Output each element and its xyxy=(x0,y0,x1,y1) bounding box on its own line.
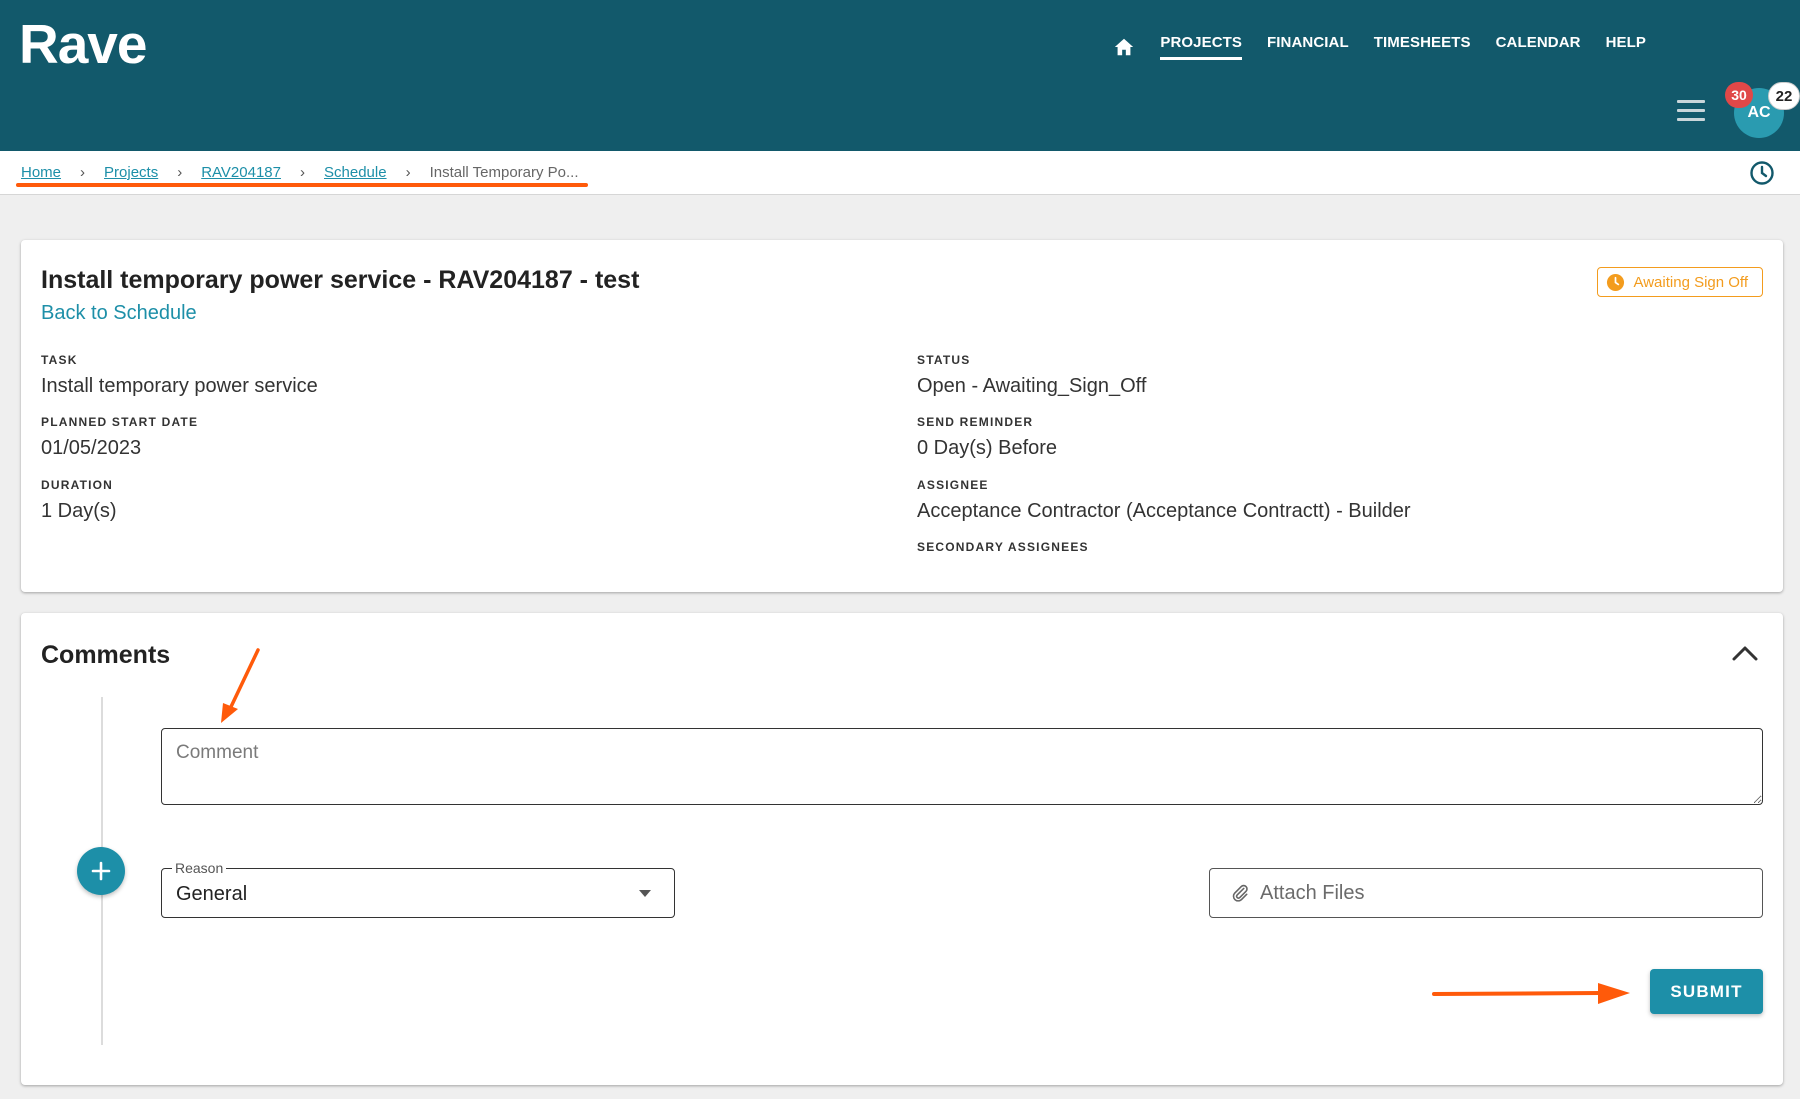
field-label: SECONDARY ASSIGNEES xyxy=(917,540,1089,554)
field-task: TASK Install temporary power service xyxy=(41,353,318,398)
app-logo[interactable]: Rave xyxy=(19,12,147,76)
dropdown-caret-icon xyxy=(639,890,651,897)
field-label: SEND REMINDER xyxy=(917,415,1034,429)
field-send-reminder: SEND REMINDER 0 Day(s) Before xyxy=(917,415,1057,460)
field-duration: DURATION 1 Day(s) xyxy=(41,478,117,523)
reason-value: General xyxy=(176,883,248,905)
breadcrumb-current: Install Temporary Po... xyxy=(429,164,579,181)
status-badge: Awaiting Sign Off xyxy=(1597,267,1763,297)
breadcrumb-bar: Home › Projects › RAV204187 › Schedule ›… xyxy=(0,151,1800,195)
hamburger-menu-icon[interactable] xyxy=(1677,100,1705,124)
clock-icon xyxy=(1607,273,1625,291)
add-comment-button[interactable] xyxy=(77,847,125,895)
field-label: PLANNED START DATE xyxy=(41,415,199,429)
attach-files-input[interactable]: Attach Files xyxy=(1209,868,1763,918)
field-value: 01/05/2023 xyxy=(41,437,142,459)
history-clock-icon[interactable] xyxy=(1749,160,1775,186)
breadcrumb-project[interactable]: RAV204187 xyxy=(201,164,281,181)
breadcrumb-schedule[interactable]: Schedule xyxy=(324,164,387,181)
field-value: Acceptance Contractor (Acceptance Contra… xyxy=(917,500,1411,522)
paperclip-icon xyxy=(1232,884,1248,902)
field-label: STATUS xyxy=(917,353,971,367)
field-value: 1 Day(s) xyxy=(41,500,117,522)
field-assignee: ASSIGNEE Acceptance Contractor (Acceptan… xyxy=(917,478,1411,523)
nav-projects[interactable]: PROJECTS xyxy=(1160,34,1243,60)
breadcrumb-home[interactable]: Home xyxy=(21,164,61,181)
attach-files-label: Attach Files xyxy=(1260,881,1365,904)
breadcrumb-separator: › xyxy=(80,164,86,181)
comments-title: Comments xyxy=(41,641,171,669)
home-icon[interactable] xyxy=(1113,36,1135,58)
plus-icon xyxy=(91,861,111,881)
field-status: STATUS Open - Awaiting_Sign_Off xyxy=(917,353,1146,398)
nav-calendar[interactable]: CALENDAR xyxy=(1496,34,1581,60)
back-to-schedule-link[interactable]: Back to Schedule xyxy=(41,302,197,325)
annotation-underline xyxy=(16,183,588,187)
status-badge-label: Awaiting Sign Off xyxy=(1633,273,1748,291)
task-details-card: Install temporary power service - RAV204… xyxy=(21,240,1783,592)
field-label: ASSIGNEE xyxy=(917,478,989,492)
task-title: Install temporary power service - RAV204… xyxy=(41,266,640,294)
field-label: TASK xyxy=(41,353,78,367)
field-secondary-assignees: SECONDARY ASSIGNEES xyxy=(917,540,1089,562)
submit-button[interactable]: SUBMIT xyxy=(1650,969,1763,1014)
notification-badge[interactable]: 30 xyxy=(1725,82,1753,108)
breadcrumb-separator: › xyxy=(177,164,183,181)
top-app-bar: Rave PROJECTS FINANCIAL TIMESHEETS CALEN… xyxy=(0,0,1800,151)
breadcrumb-separator: › xyxy=(405,164,411,181)
main-nav: PROJECTS FINANCIAL TIMESHEETS CALENDAR H… xyxy=(1113,34,1646,60)
nav-financial[interactable]: FINANCIAL xyxy=(1267,34,1349,60)
field-value: Open - Awaiting_Sign_Off xyxy=(917,375,1147,397)
field-value: 0 Day(s) Before xyxy=(917,437,1058,459)
field-planned-start-date: PLANNED START DATE 01/05/2023 xyxy=(41,415,198,460)
field-value: Install temporary power service xyxy=(41,375,318,397)
message-badge[interactable]: 22 xyxy=(1768,82,1800,110)
nav-help[interactable]: HELP xyxy=(1606,34,1646,60)
breadcrumb: Home › Projects › RAV204187 › Schedule ›… xyxy=(21,164,579,181)
nav-timesheets[interactable]: TIMESHEETS xyxy=(1374,34,1471,60)
breadcrumb-projects[interactable]: Projects xyxy=(104,164,158,181)
reason-select[interactable]: Reason General xyxy=(161,860,675,918)
comments-card: Comments Reason General Attach Files SUB… xyxy=(21,613,1783,1085)
breadcrumb-separator: › xyxy=(300,164,305,181)
field-label: DURATION xyxy=(41,478,114,492)
reason-label: Reason xyxy=(172,860,227,876)
chevron-up-icon[interactable] xyxy=(1729,641,1761,665)
comment-input[interactable] xyxy=(161,728,1763,805)
